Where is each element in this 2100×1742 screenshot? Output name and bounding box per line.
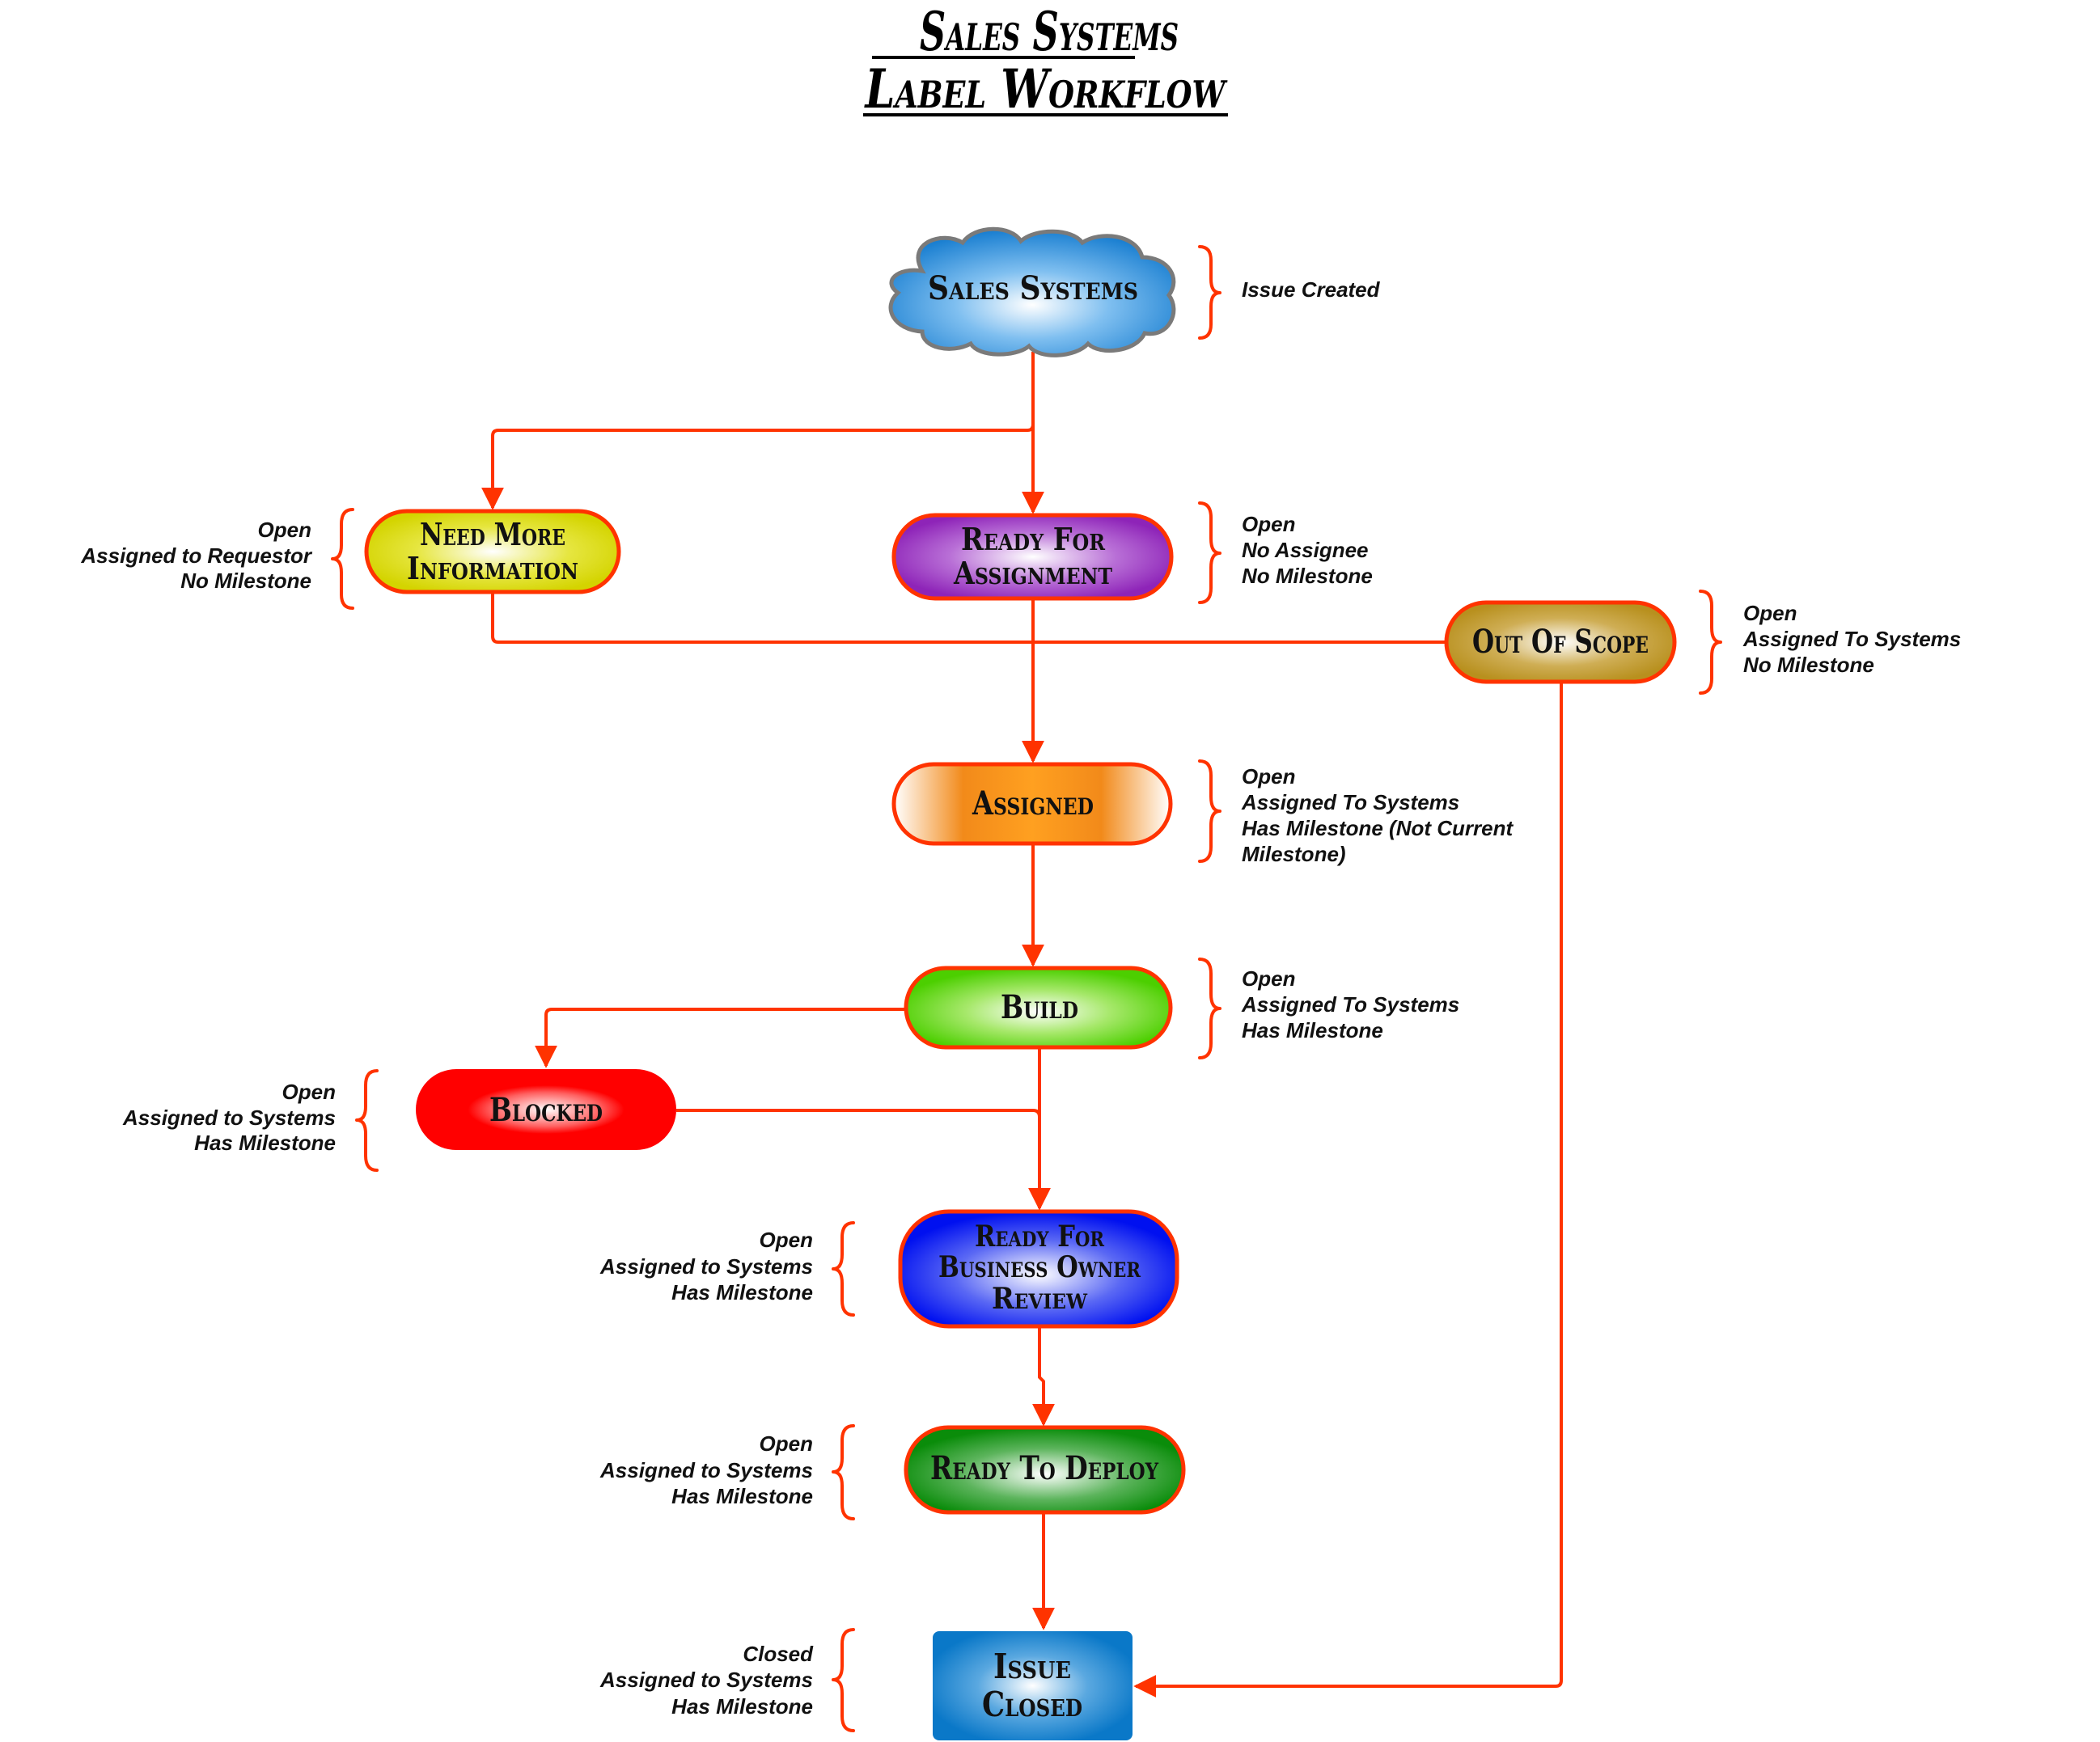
node-label: Sales Systems bbox=[928, 269, 1138, 307]
node-out-of-scope[interactable]: Out Of Scope bbox=[1444, 600, 1677, 684]
annotation-line: Assigned to Systems bbox=[122, 1106, 336, 1130]
annotation-line: No Milestone bbox=[180, 569, 311, 593]
brace-icon bbox=[832, 1221, 855, 1317]
annotation-line: Assigned To Systems bbox=[1241, 992, 1459, 1017]
annotation-line: Open bbox=[258, 518, 311, 542]
annotation-line: Has Milestone bbox=[671, 1694, 813, 1719]
node-ready-to-deploy[interactable]: Ready To Deploy bbox=[904, 1425, 1186, 1515]
node-need-more-information[interactable]: Need More Information bbox=[364, 509, 621, 594]
node-label-line-1: Ready For bbox=[961, 521, 1105, 557]
node-assigned[interactable]: Assigned bbox=[891, 762, 1173, 846]
node-label-line-2: Closed bbox=[982, 1685, 1082, 1724]
node-label-line-3: Review bbox=[992, 1282, 1088, 1316]
brace-icon bbox=[1198, 958, 1221, 1059]
annotation-line: Assigned To Systems bbox=[1241, 790, 1459, 814]
node-blocked[interactable]: Blocked bbox=[416, 1069, 676, 1150]
annotation-ready-for-business-owner-review: Open Assigned to Systems Has Milestone bbox=[599, 1228, 813, 1304]
brace-icon bbox=[1699, 590, 1722, 695]
annotation-build: Open Assigned To Systems Has Milestone bbox=[1241, 966, 1459, 1042]
annotation-line: Open bbox=[760, 1228, 813, 1252]
brace-icon bbox=[355, 1069, 379, 1172]
node-label-line-1: Ready For bbox=[975, 1220, 1104, 1254]
annotation-line: Open bbox=[1242, 512, 1295, 536]
annotation-blocked: Open Assigned to Systems Has Milestone bbox=[122, 1080, 336, 1155]
title-line-1: Sales Systems bbox=[920, 0, 1179, 63]
annotation-assigned: Open Assigned To Systems Has Milestone (… bbox=[1241, 764, 1514, 866]
annotation-line: Has Milestone bbox=[1242, 1018, 1383, 1042]
annotation-line: Closed bbox=[743, 1642, 814, 1666]
annotation-line: No Milestone bbox=[1743, 653, 1874, 677]
annotation-issue-closed: Closed Assigned to Systems Has Milestone bbox=[599, 1642, 814, 1719]
annotation-line: Has Milestone bbox=[671, 1280, 813, 1304]
annotation-line: Open bbox=[282, 1080, 336, 1104]
annotation-line: Open bbox=[760, 1431, 813, 1456]
annotation-line: Assigned to Requestor bbox=[80, 543, 312, 568]
node-label: Out Of Scope bbox=[1472, 623, 1649, 661]
node-label-line-2: Information bbox=[407, 550, 578, 586]
edge-cloud-to-need-more-information bbox=[481, 424, 1035, 510]
annotation-line: No Milestone bbox=[1242, 564, 1373, 588]
annotation-line: Open bbox=[1242, 764, 1295, 789]
edge-review-to-ready-to-deploy bbox=[1032, 1326, 1055, 1427]
annotation-need-more-information: Open Assigned to Requestor No Milestone bbox=[80, 518, 312, 593]
title-line-2: Label Workflow bbox=[864, 57, 1228, 121]
node-ready-for-assignment[interactable]: Ready For Assignment bbox=[891, 513, 1174, 601]
edge-blocked-to-ready-for-business-owner-review bbox=[676, 1109, 1041, 1118]
annotation-ready-for-assignment: Open No Assignee No Milestone bbox=[1242, 512, 1373, 588]
node-label-line-2: Assignment bbox=[953, 555, 1112, 591]
brace-icon bbox=[1198, 245, 1221, 340]
annotation-line: Milestone) bbox=[1242, 842, 1346, 866]
node-label-line-1: Issue bbox=[993, 1647, 1071, 1686]
brace-icon bbox=[832, 1424, 855, 1520]
node-label: Assigned bbox=[972, 784, 1094, 822]
annotation-line: Issue Created bbox=[1242, 277, 1381, 302]
annotation-line: Open bbox=[1743, 601, 1797, 625]
diagram-title: Sales Systems Label Workflow bbox=[863, 0, 1228, 121]
node-issue-closed[interactable]: Issue Closed bbox=[933, 1631, 1133, 1740]
annotation-line: Assigned to Systems bbox=[599, 1254, 813, 1279]
brace-icon bbox=[1198, 501, 1221, 604]
node-build[interactable]: Build bbox=[904, 966, 1173, 1050]
node-sales-systems[interactable]: Sales Systems bbox=[888, 226, 1176, 357]
annotation-out-of-scope: Open Assigned To Systems No Milestone bbox=[1742, 601, 1961, 677]
brace-icon bbox=[1198, 759, 1221, 863]
annotation-line: Assigned to Systems bbox=[599, 1458, 813, 1482]
brace-icon bbox=[832, 1628, 855, 1732]
annotation-line: Has Milestone (Not Current bbox=[1242, 816, 1514, 840]
node-ready-for-business-owner-review[interactable]: Ready For Business Owner Review bbox=[898, 1209, 1179, 1329]
annotation-sales-systems: Issue Created bbox=[1242, 277, 1381, 302]
brace-icon bbox=[331, 508, 354, 610]
annotation-line: Open bbox=[1242, 966, 1295, 991]
node-label: Blocked bbox=[489, 1091, 603, 1129]
node-label-line-2: Business Owner bbox=[938, 1250, 1141, 1284]
edge-build-to-blocked bbox=[535, 1008, 908, 1068]
annotation-line: Assigned To Systems bbox=[1742, 627, 1961, 651]
annotation-line: No Assignee bbox=[1242, 538, 1369, 562]
annotation-line: Has Milestone bbox=[194, 1131, 336, 1155]
node-label: Build bbox=[1001, 988, 1078, 1026]
node-label-line-1: Need More bbox=[420, 516, 565, 552]
workflow-diagram: Sales Systems Label Workflow Sales Syste… bbox=[80, 0, 1961, 1740]
node-label: Ready To Deploy bbox=[930, 1449, 1159, 1487]
annotation-ready-to-deploy: Open Assigned to Systems Has Milestone bbox=[599, 1431, 813, 1508]
annotation-line: Has Milestone bbox=[671, 1484, 813, 1508]
annotation-line: Assigned to Systems bbox=[599, 1668, 813, 1692]
